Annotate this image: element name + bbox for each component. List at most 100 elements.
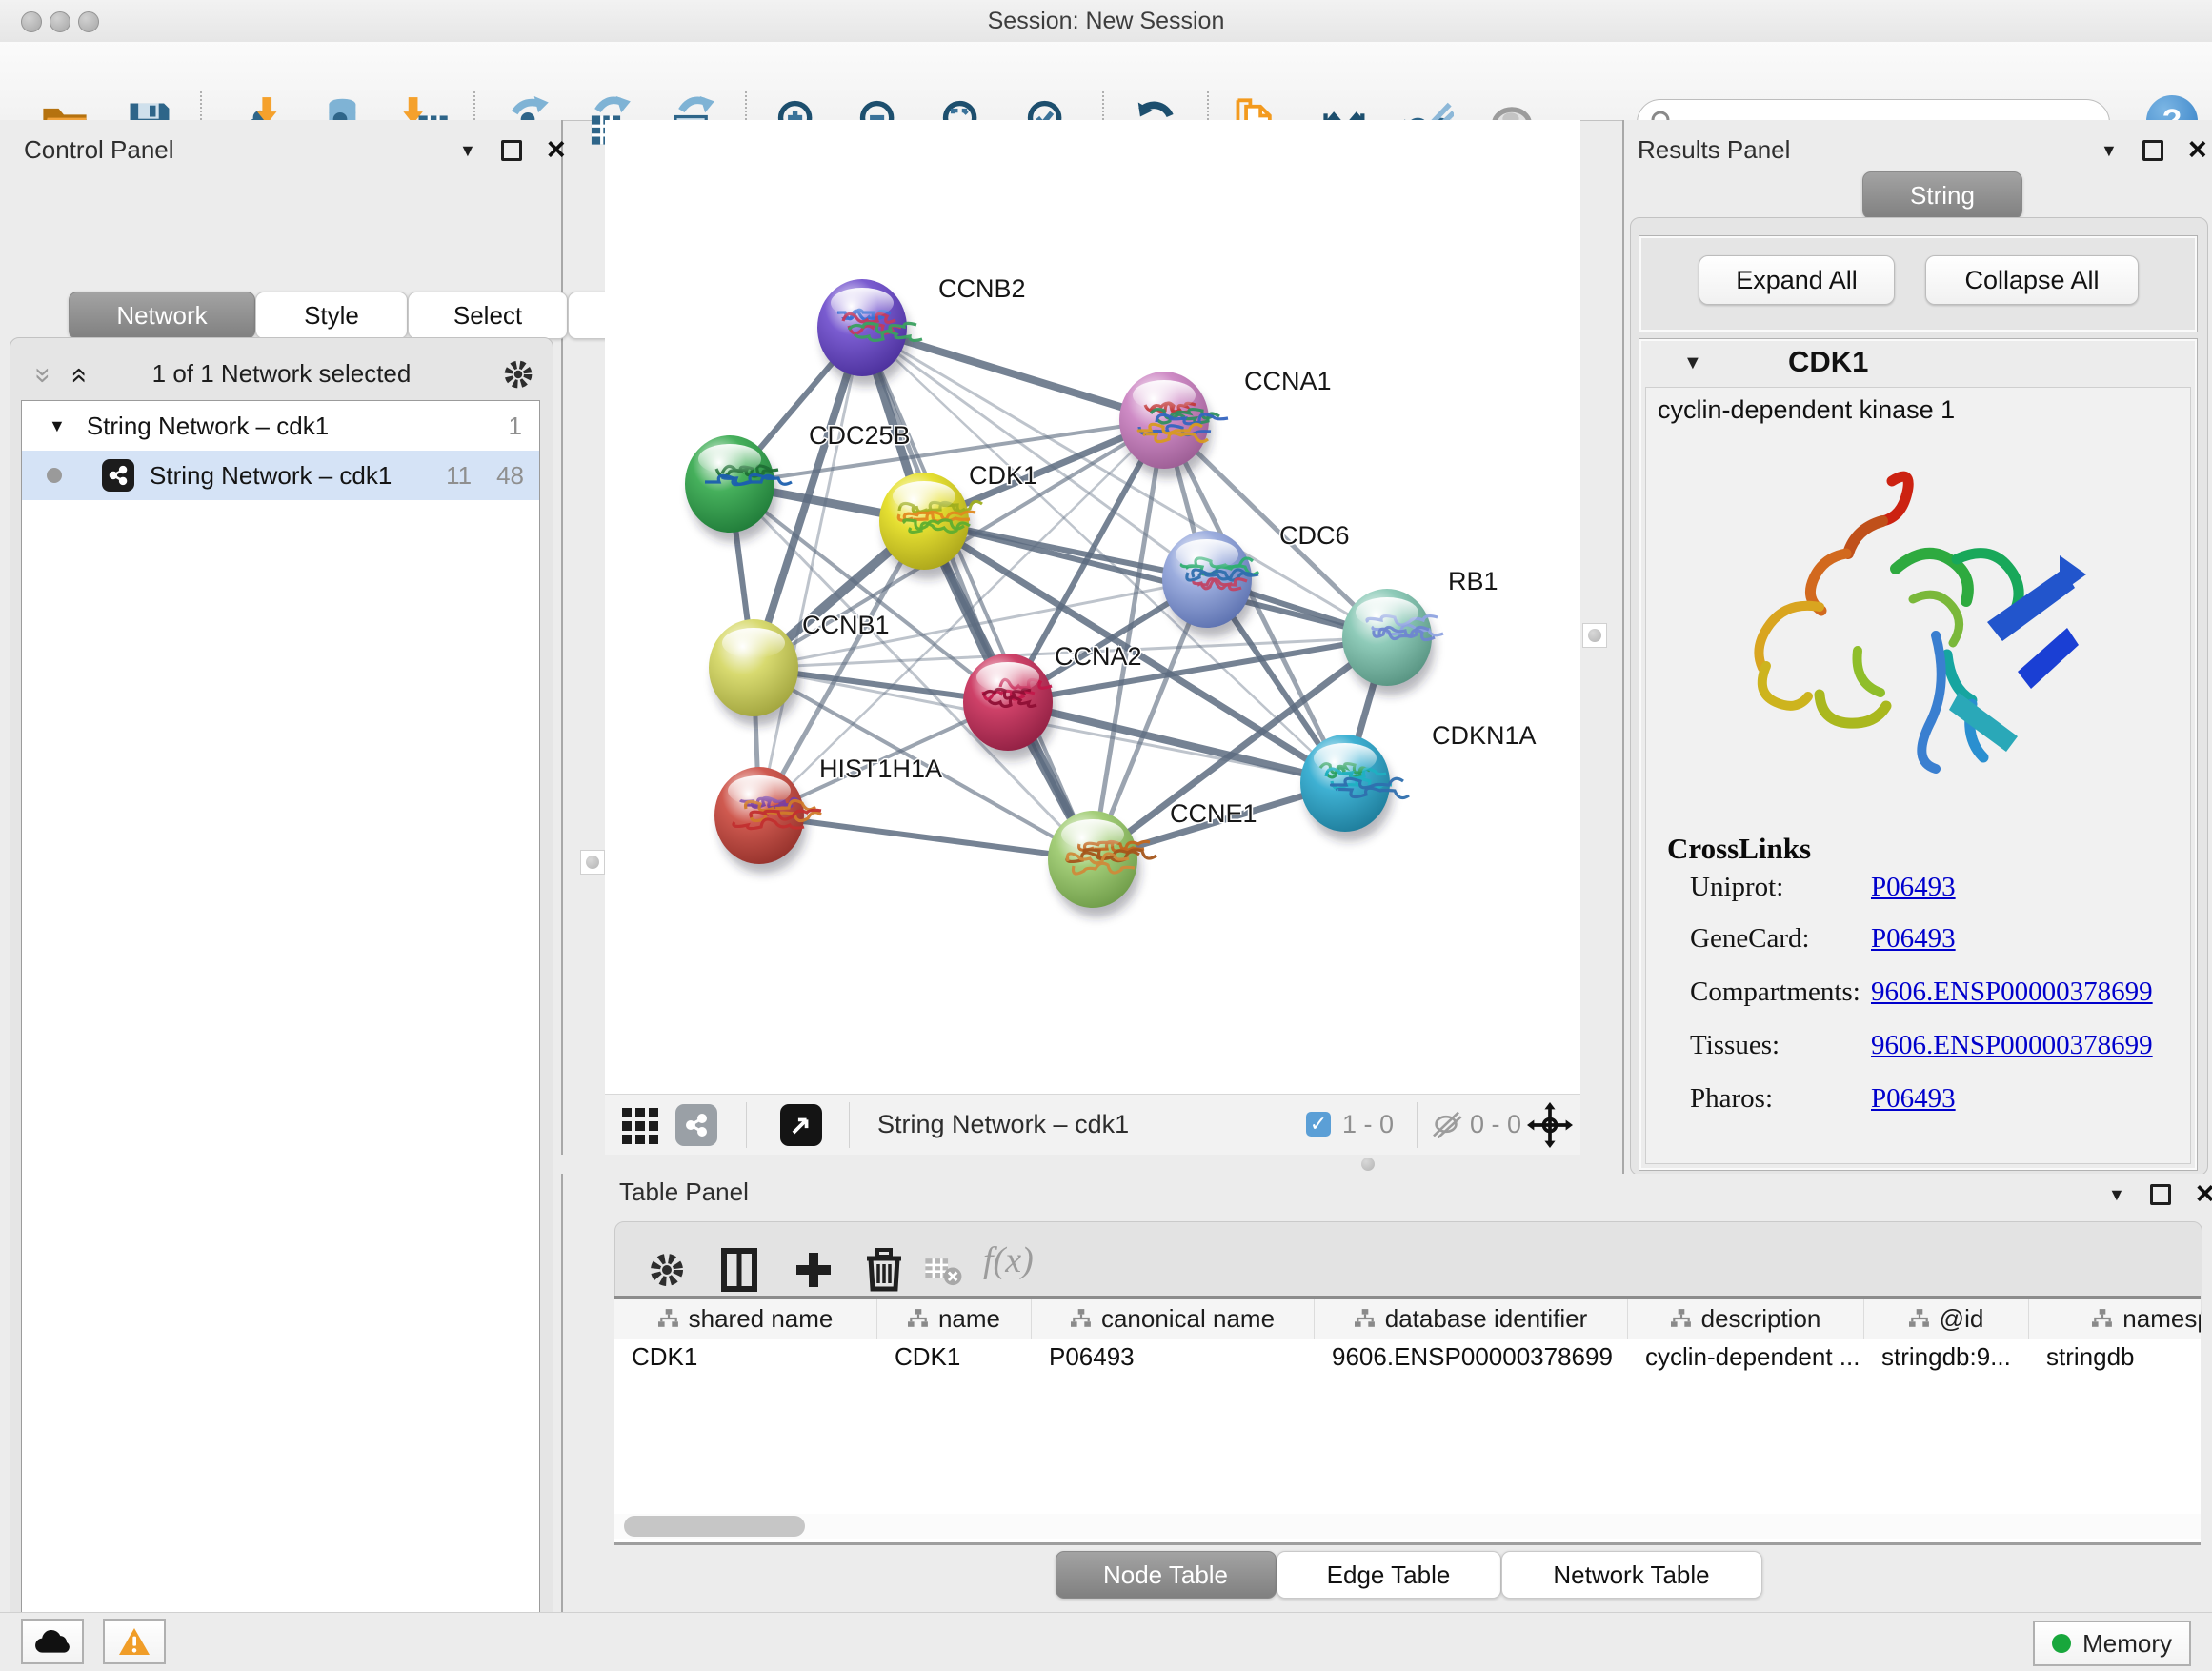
tab-style[interactable]: Style <box>255 292 408 339</box>
scrollbar-thumb[interactable] <box>624 1516 805 1537</box>
graph-node-CCNA1[interactable]: CCNA1 <box>1119 367 1332 478</box>
control-panel: Control Panel ▼ × Network Style Select S… <box>0 120 563 1612</box>
column-header--id[interactable]: @id <box>1864 1299 2029 1339</box>
add-column-icon[interactable] <box>789 1245 838 1295</box>
node-table[interactable]: shared namenamecanonical namedatabase id… <box>614 1296 2201 1545</box>
network-graph[interactable]: CCNB2CCNA1CDC25BCDK1CDC6RB1CCNB1CCNA2CDK… <box>605 120 1580 1094</box>
string-results-content: Expand All Collapse All ▼ CDK1 cyclin-de… <box>1630 217 2208 1176</box>
delete-column-icon[interactable] <box>859 1245 909 1295</box>
crosslink-label: Tissues: <box>1690 1030 1780 1061</box>
crosslink-label: GeneCard: <box>1690 923 1810 955</box>
crosslink-tissues[interactable]: 9606.ENSP00000378699 <box>1871 1030 2153 1061</box>
column-header-namespace[interactable]: namespace <box>2029 1299 2201 1339</box>
tab-string[interactable]: String <box>1862 171 2022 219</box>
float-panel-icon[interactable] <box>501 140 522 161</box>
tree-network-row[interactable]: String Network – cdk1 11 48 <box>22 451 539 500</box>
hidden-eye-icon[interactable] <box>1430 1110 1462 1138</box>
node-label: CDC6 <box>1279 521 1350 550</box>
close-panel-icon[interactable]: × <box>2188 137 2207 163</box>
memory-button[interactable]: Memory <box>2033 1621 2191 1666</box>
cloud-status-button[interactable] <box>21 1619 84 1664</box>
pan-crosshair-icon[interactable] <box>1527 1102 1573 1148</box>
table-cell[interactable]: 9606.ENSP00000378699 <box>1315 1342 1628 1372</box>
table-cell[interactable]: CDK1 <box>614 1342 877 1372</box>
table-cell[interactable]: CDK1 <box>877 1342 1032 1372</box>
tree-root-label: String Network – cdk1 <box>87 412 329 441</box>
tree-root-count: 1 <box>509 412 522 441</box>
tab-node-table[interactable]: Node Table <box>1056 1551 1277 1599</box>
grid-view-icon[interactable] <box>620 1106 660 1146</box>
tree-network-label: String Network – cdk1 <box>150 461 392 491</box>
tree-expand-icon[interactable]: ▼ <box>49 416 66 436</box>
hidden-counter: 0 - 0 <box>1470 1110 1521 1139</box>
shared-column-icon <box>908 1309 929 1328</box>
crosslink-compartments[interactable]: 9606.ENSP00000378699 <box>1871 976 2153 1008</box>
tab-edge-table[interactable]: Edge Table <box>1277 1551 1501 1599</box>
warning-status-button[interactable] <box>103 1619 166 1664</box>
expand-all-button[interactable]: Expand All <box>1699 255 1895 305</box>
graph-node-CCNA2[interactable]: CCNA2 <box>963 642 1142 760</box>
float-panel-icon[interactable] <box>2150 1184 2171 1205</box>
node-label: CCNE1 <box>1170 799 1257 828</box>
node-label: CCNA2 <box>1055 642 1142 671</box>
column-header-description[interactable]: description <box>1628 1299 1864 1339</box>
node-label: CCNA1 <box>1244 367 1332 395</box>
window-title: Session: New Session <box>0 8 2212 35</box>
tab-network-table[interactable]: Network Table <box>1501 1551 1762 1599</box>
collapse-panel-icon[interactable]: ▼ <box>459 142 476 159</box>
title-bar: Session: New Session <box>0 0 2212 43</box>
string-network-icon <box>102 459 134 492</box>
close-panel-icon[interactable]: × <box>2196 1181 2212 1207</box>
section-collapse-icon[interactable]: ▼ <box>1683 352 1702 374</box>
network-canvas[interactable]: CCNB2CCNA1CDC25BCDK1CDC6RB1CCNB1CCNA2CDK… <box>605 120 1580 1094</box>
left-splitter-handle[interactable] <box>580 850 605 875</box>
share-view-icon[interactable] <box>675 1104 717 1146</box>
cdk1-section: ▼ CDK1 cyclin-dependent kinase 1 <box>1639 338 2198 1171</box>
show-columns-icon[interactable] <box>714 1245 764 1295</box>
table-row[interactable]: CDK1CDK1P064939606.ENSP00000378699cyclin… <box>614 1339 2201 1374</box>
tab-select[interactable]: Select <box>408 292 568 339</box>
close-panel-icon[interactable]: × <box>547 137 566 163</box>
graph-node-CDKN1A[interactable]: CDKN1A <box>1300 721 1537 841</box>
crosslink-genecard[interactable]: P06493 <box>1871 923 1956 955</box>
float-panel-icon[interactable] <box>2142 140 2163 161</box>
selected-checkbox-icon[interactable]: ✓ <box>1306 1112 1331 1137</box>
table-panel-title: Table Panel <box>619 1178 749 1206</box>
tree-root-row[interactable]: ▼ String Network – cdk1 1 <box>22 401 539 451</box>
crosslinks-title: CrossLinks <box>1667 832 1811 866</box>
graph-node-CDK1[interactable]: CDK1 <box>879 461 1037 579</box>
shared-column-icon <box>1671 1309 1692 1328</box>
table-cell[interactable]: stringdb <box>2029 1342 2201 1372</box>
tree-node-count: 11 <box>446 461 472 491</box>
column-header-canonical-name[interactable]: canonical name <box>1032 1299 1315 1339</box>
table-settings-gear-icon[interactable] <box>642 1245 692 1295</box>
collapse-panel-icon[interactable]: ▼ <box>2108 1186 2125 1203</box>
crosslink-label: Pharos: <box>1690 1083 1773 1115</box>
network-selection-status: 1 of 1 Network selected <box>10 359 553 389</box>
main-toolbar: ? <box>0 42 2212 121</box>
table-cell[interactable]: cyclin-dependent ... <box>1628 1342 1864 1372</box>
column-header-name[interactable]: name <box>877 1299 1032 1339</box>
network-view-title: String Network – cdk1 <box>877 1110 1129 1139</box>
collapse-panel-icon[interactable]: ▼ <box>2101 142 2118 159</box>
tab-network[interactable]: Network <box>69 292 255 339</box>
table-cell[interactable]: P06493 <box>1032 1342 1315 1372</box>
graph-node-HIST1H1A[interactable]: HIST1H1A <box>714 755 942 874</box>
right-splitter-handle[interactable] <box>1582 623 1607 648</box>
column-header-database-identifier[interactable]: database identifier <box>1315 1299 1628 1339</box>
shared-column-icon <box>1071 1309 1092 1328</box>
network-tree: ▼ String Network – cdk1 1 String Network… <box>21 400 540 1671</box>
crosslink-uniprot[interactable]: P06493 <box>1871 872 1956 903</box>
collapse-all-button[interactable]: Collapse All <box>1925 255 2139 305</box>
network-options-gear-icon[interactable] <box>497 353 539 395</box>
table-cell[interactable]: stringdb:9... <box>1864 1342 2029 1372</box>
results-panel: Results Panel ▼ × String Expand All Coll… <box>1622 120 2212 1174</box>
section-body: cyclin-dependent kinase 1 <box>1645 387 2191 1164</box>
column-header-shared-name[interactable]: shared name <box>614 1299 877 1339</box>
table-h-scrollbar[interactable] <box>614 1514 2201 1539</box>
graph-node-RB1[interactable]: RB1 <box>1342 567 1498 695</box>
shared-column-icon <box>1909 1309 1930 1328</box>
birdseye-view-icon[interactable] <box>780 1104 822 1146</box>
control-panel-title: Control Panel <box>24 135 174 164</box>
crosslink-pharos[interactable]: P06493 <box>1871 1083 1956 1115</box>
